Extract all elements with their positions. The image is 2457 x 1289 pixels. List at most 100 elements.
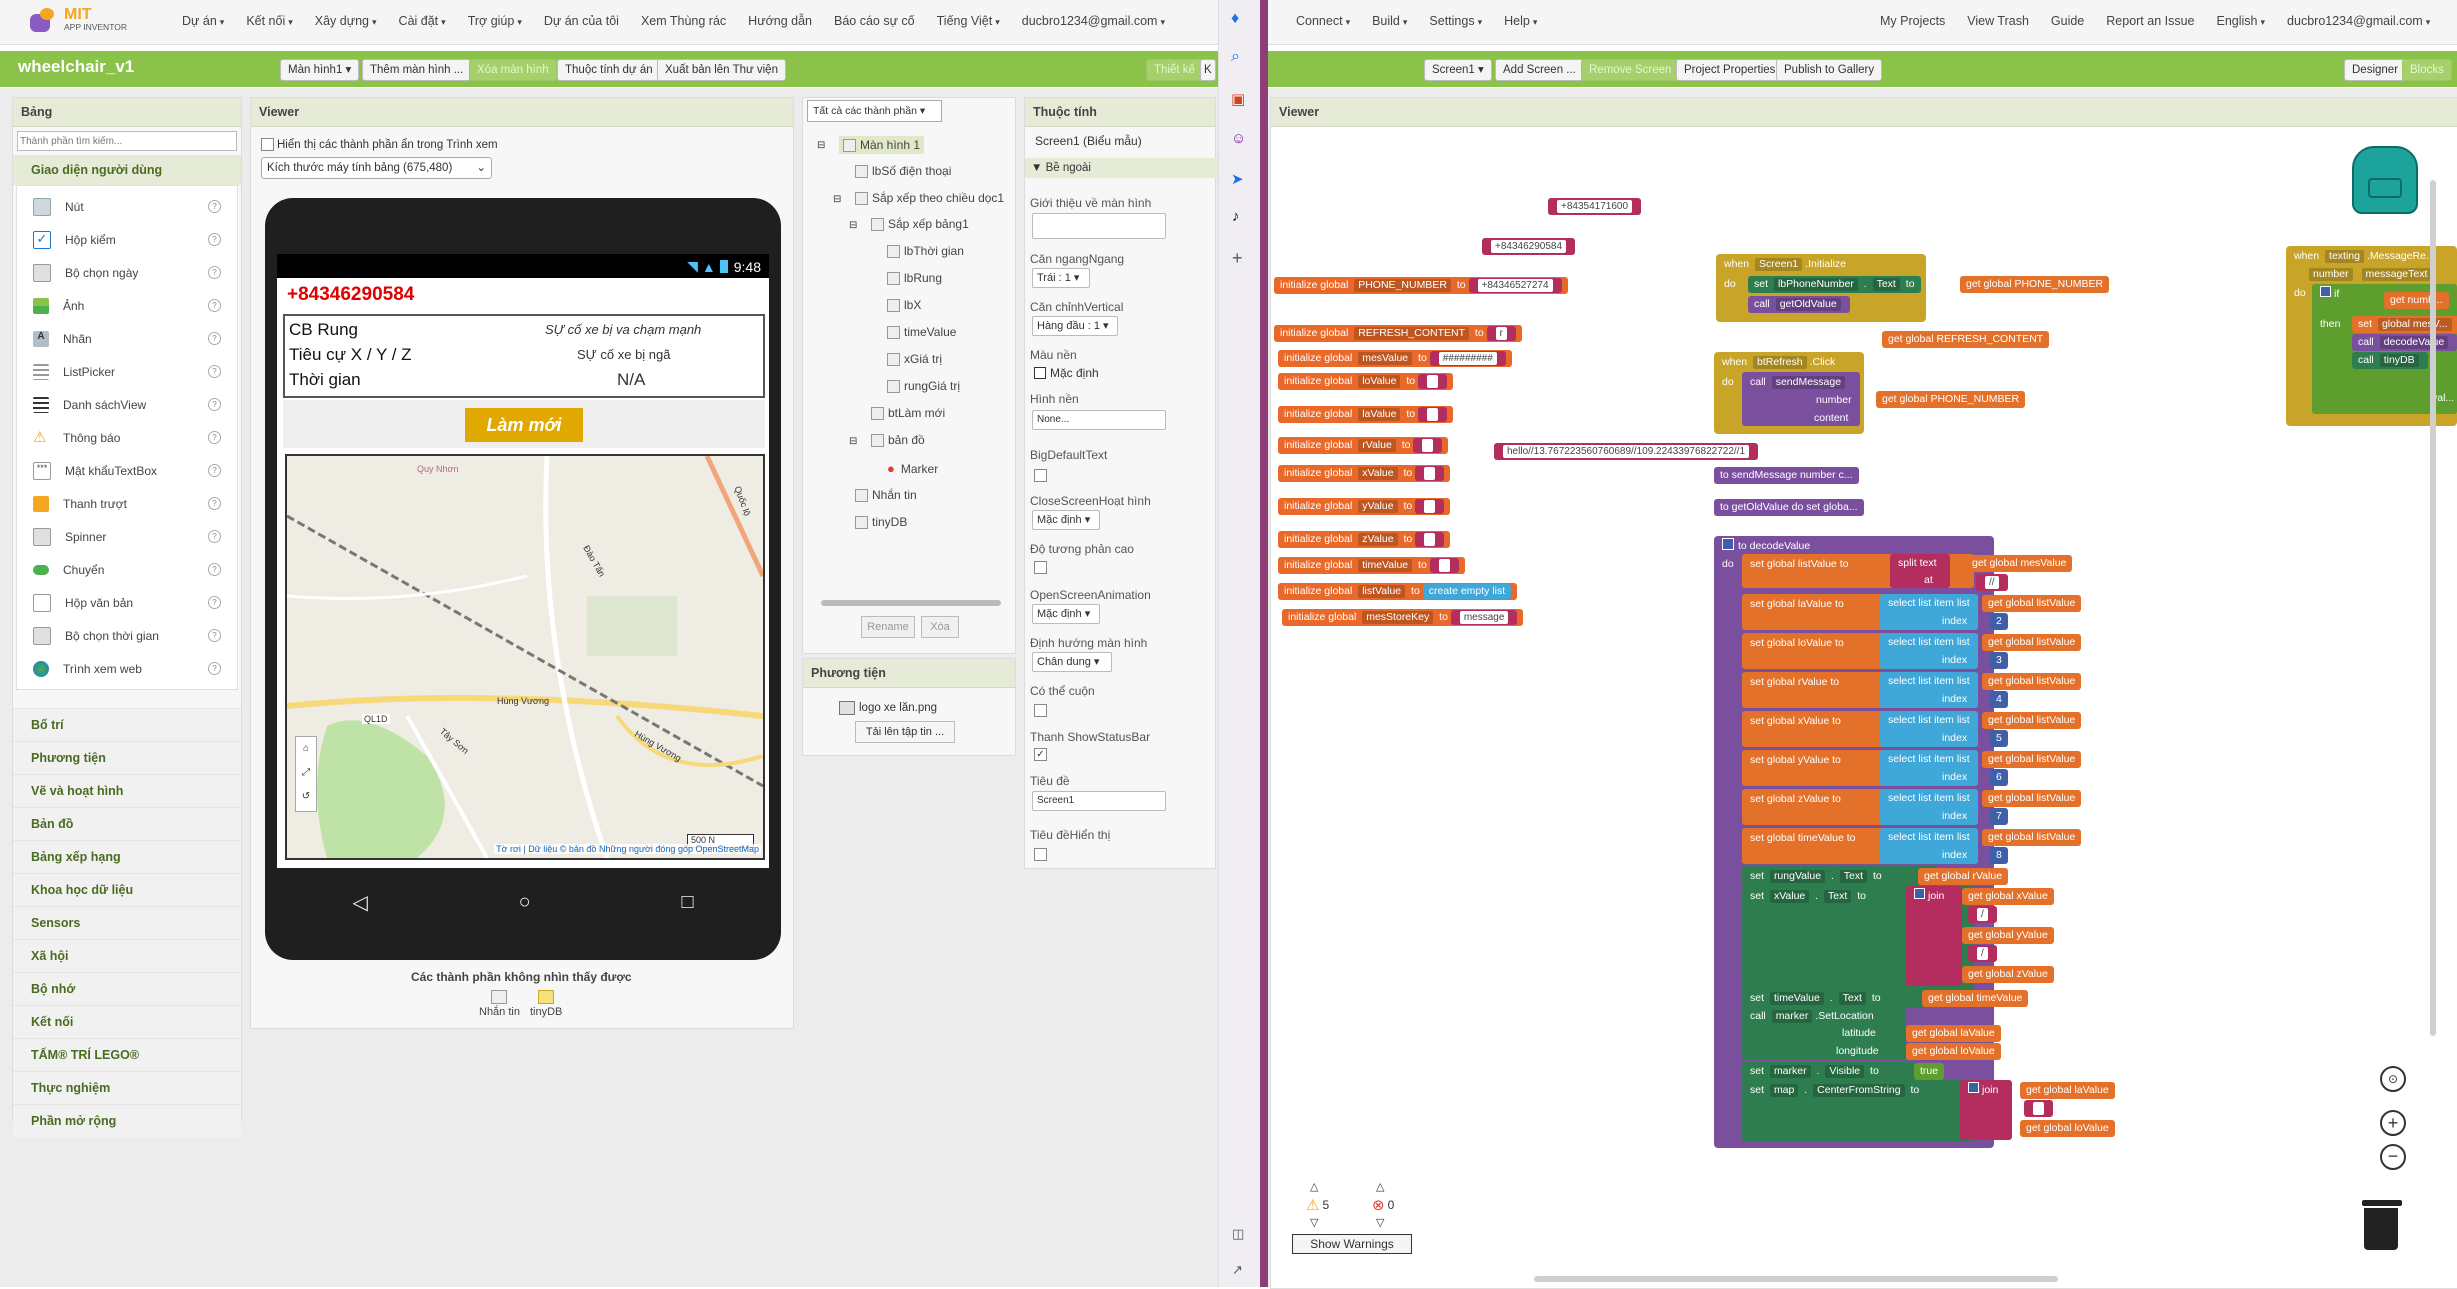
rung-get-rvalue[interactable]: get global rValue: [1918, 868, 2009, 885]
tree-lb-time[interactable]: lbThời gian: [887, 244, 964, 258]
help-icon[interactable]: ?: [208, 266, 221, 279]
toolbox-icon[interactable]: ▣: [1231, 90, 1245, 108]
screen-init-call[interactable]: call getOldValue: [1748, 296, 1850, 313]
prop-align-h-select[interactable]: Trái : 1 ▾: [1032, 268, 1090, 288]
backpack-icon[interactable]: [2352, 146, 2418, 214]
menu-account[interactable]: ducbro1234@gmail.com ▾: [1022, 14, 1165, 28]
decode-sep-text[interactable]: //: [1976, 574, 2008, 591]
palette-search-input[interactable]: [17, 131, 237, 151]
screen-init-get-phone[interactable]: get global PHONE_NUMBER: [1960, 276, 2110, 293]
decode-get-mesvalue[interactable]: get global mesValue: [1966, 555, 2073, 572]
block-text-2[interactable]: +84346290584: [1482, 238, 1576, 255]
tree-scrollbar[interactable]: [821, 600, 1001, 606]
xvalue-join-item-4[interactable]: /: [1968, 945, 1997, 962]
tree-toggle-icon[interactable]: ⊟: [849, 220, 857, 231]
rename-button[interactable]: Rename: [861, 616, 915, 638]
palette-category-social[interactable]: Xã hội: [13, 939, 241, 972]
map-rotate-icon[interactable]: ↺: [296, 785, 316, 809]
menu-language-en[interactable]: English ▾: [2217, 14, 2266, 28]
publish-gallery-button-en[interactable]: Publish to Gallery: [1776, 59, 1883, 81]
block-init-refresh[interactable]: initialize global REFRESH_CONTENT to r: [1274, 325, 1522, 342]
tree-vertical-arrangement[interactable]: Sắp xếp theo chiều dọc1: [855, 191, 1004, 205]
help-icon[interactable]: ?: [208, 629, 221, 642]
add-screen-button[interactable]: Thêm màn hình ...: [362, 59, 472, 81]
recenter-icon[interactable]: ⊙: [2380, 1066, 2406, 1092]
block-init-messtorekey[interactable]: initialize global mesStoreKey to message: [1282, 609, 1524, 626]
error-up-arrow-icon[interactable]: △: [1376, 1180, 1384, 1193]
blocks-button[interactable]: K: [1200, 59, 1216, 81]
prop-title-input[interactable]: Screen1: [1032, 791, 1166, 811]
gear-icon[interactable]: [1968, 1082, 1979, 1093]
menu-connect[interactable]: Kết nối ▾: [246, 14, 292, 28]
gear-icon[interactable]: [2320, 286, 2331, 297]
block-text-1[interactable]: +84354171600: [1548, 198, 1642, 215]
palette-item-textbox[interactable]: Hộp văn bản?: [17, 586, 237, 619]
help-icon[interactable]: ?: [208, 464, 221, 477]
help-icon[interactable]: ?: [208, 299, 221, 312]
palette-item-spinner[interactable]: Spinner?: [17, 520, 237, 553]
device-size-select[interactable]: Kích thước máy tính bảng (675,480) ⌄: [261, 157, 492, 179]
tree-toggle-icon[interactable]: ⊟: [817, 140, 825, 151]
link-guide-en[interactable]: Guide: [2051, 14, 2084, 28]
workspace-horizontal-scrollbar[interactable]: [1534, 1276, 2058, 1282]
xvalue-join-item-2[interactable]: /: [1968, 906, 1997, 923]
hidden-components-checkbox[interactable]: Hiển thị các thành phần ẩn trong Trình x…: [261, 138, 498, 151]
prop-high-contrast-checkbox[interactable]: [1034, 561, 1047, 574]
link-report-issue-en[interactable]: Report an Issue: [2106, 14, 2194, 28]
menu-project[interactable]: Dự án ▾: [182, 14, 224, 28]
block-init-lavalue[interactable]: initialize global laValue to: [1278, 406, 1453, 423]
block-init-rvalue[interactable]: initialize global rValue to: [1278, 437, 1449, 454]
tree-texting[interactable]: Nhắn tin: [855, 488, 917, 502]
upload-file-button[interactable]: Tải lên tập tin ...: [855, 721, 955, 743]
palette-item-webviewer[interactable]: Trình xem web?: [17, 652, 237, 685]
link-my-projects[interactable]: Dự án của tôi: [544, 14, 619, 28]
get-global-listvalue[interactable]: get global listValue: [1982, 634, 2082, 651]
tree-screen1[interactable]: Màn hình 1: [839, 136, 925, 154]
workspace-vertical-scrollbar[interactable]: [2430, 180, 2436, 1036]
tree-tinydb[interactable]: tinyDB: [855, 515, 907, 529]
palette-category-sensors[interactable]: Sensors: [13, 906, 241, 939]
palette-category-charts[interactable]: Bảng xếp hạng: [13, 840, 241, 873]
texting-call-decode[interactable]: call decodeValue: [2352, 334, 2457, 351]
people-icon[interactable]: ☺: [1231, 130, 1246, 147]
publish-gallery-button[interactable]: Xuất bản lên Thư viện: [657, 59, 786, 81]
prop-align-v-select[interactable]: Hàng đầu : 1 ▾: [1032, 316, 1118, 336]
sidebar-top-icon[interactable]: ♦: [1231, 10, 1239, 28]
designer-button-en[interactable]: Designer: [2344, 59, 2407, 81]
nonvisible-texting[interactable]: Nhắn tin: [479, 990, 520, 1018]
index-number[interactable]: 4: [1990, 691, 2008, 708]
delete-button[interactable]: Xóa: [921, 616, 959, 638]
menu-help[interactable]: Trợ giúp ▾: [468, 14, 522, 28]
palette-item-timepicker[interactable]: Bộ chọn thời gian?: [17, 619, 237, 652]
center-join-item-2[interactable]: [2024, 1100, 2053, 1117]
block-init-listvalue[interactable]: initialize global listValue to create em…: [1278, 583, 1518, 600]
sidebar-panel-icon[interactable]: ◫: [1232, 1226, 1244, 1242]
palette-category-connectivity[interactable]: Kết nối: [13, 1005, 241, 1038]
menu-settings-en[interactable]: Settings ▾: [1429, 14, 1482, 28]
gear-icon[interactable]: [1722, 538, 1734, 550]
warning-up-arrow-icon[interactable]: △: [1310, 1180, 1318, 1193]
palette-category-layout[interactable]: Bố trí: [13, 708, 241, 741]
block-init-lovalue[interactable]: initialize global loValue to: [1278, 373, 1453, 390]
index-number[interactable]: 8: [1990, 847, 2008, 864]
help-icon[interactable]: ?: [208, 596, 221, 609]
remove-screen-button[interactable]: Xóa màn hình: [469, 59, 557, 81]
trash-icon[interactable]: [2362, 1200, 2402, 1250]
help-icon[interactable]: ?: [208, 233, 221, 246]
prop-scrollable-checkbox[interactable]: [1034, 704, 1047, 717]
palette-item-button[interactable]: Nút?: [17, 190, 237, 223]
palette-item-slider[interactable]: Thanh trượt?: [17, 487, 237, 520]
get-global-listvalue[interactable]: get global listValue: [1982, 673, 2082, 690]
index-number[interactable]: 5: [1990, 730, 2008, 747]
palette-item-listpicker[interactable]: ListPicker?: [17, 355, 237, 388]
menu-language[interactable]: Tiếng Việt ▾: [937, 14, 1000, 28]
palette-item-listview[interactable]: Danh sáchView?: [17, 388, 237, 421]
palette-category-extensions[interactable]: Phần mở rộng: [13, 1104, 241, 1137]
index-number[interactable]: 6: [1990, 769, 2008, 786]
warning-down-arrow-icon[interactable]: ▽: [1310, 1216, 1318, 1229]
prop-title-visible-checkbox[interactable]: [1034, 848, 1047, 861]
palette-item-label[interactable]: A Nhãn?: [17, 322, 237, 355]
home-icon[interactable]: ○: [519, 891, 531, 914]
palette-item-datepicker[interactable]: Bộ chọn ngày?: [17, 256, 237, 289]
index-number[interactable]: 2: [1990, 613, 2008, 630]
